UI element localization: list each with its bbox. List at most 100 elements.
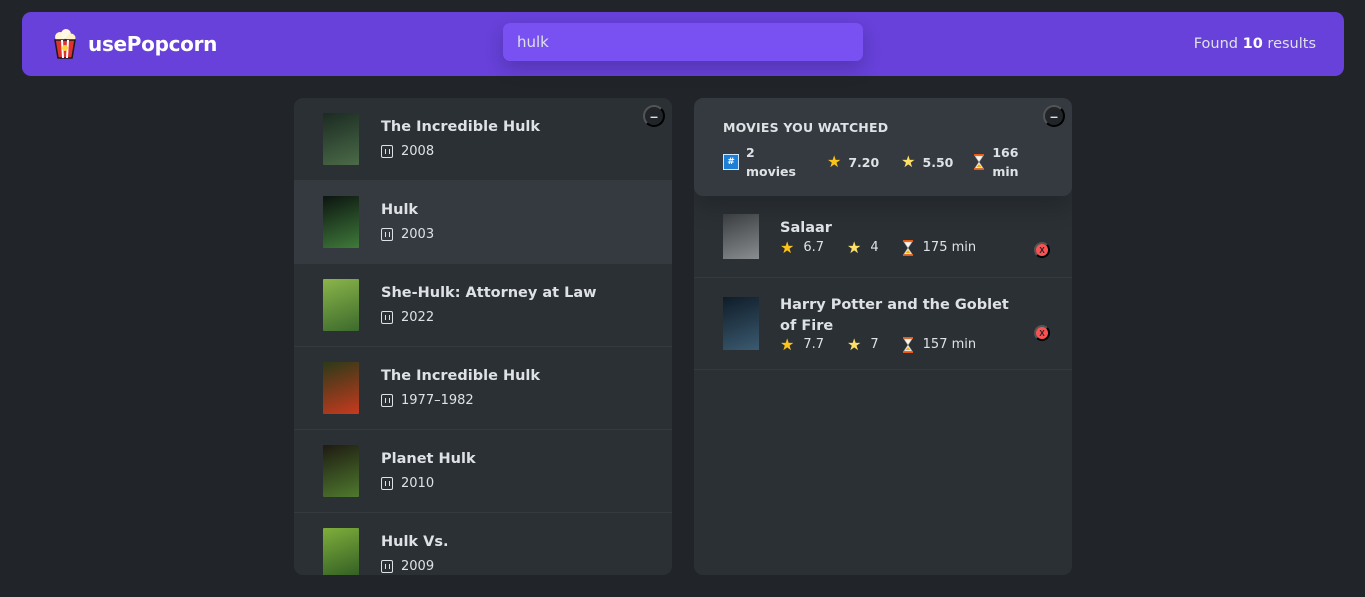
- movie-year: 2009: [401, 559, 435, 574]
- result-item[interactable]: She-Hulk: Attorney at Law 2022: [294, 264, 672, 347]
- movie-year-row: 1977–1982: [381, 393, 540, 408]
- movie-poster: [323, 362, 359, 414]
- result-item[interactable]: Hulk Vs. 2009: [294, 513, 672, 575]
- collapse-watched-button[interactable]: –: [1043, 105, 1065, 127]
- watched-imdb-value: 7.7: [803, 337, 825, 352]
- summary-count-text: 2 movies: [746, 143, 796, 181]
- movie-year: 2008: [401, 144, 435, 159]
- movie-info: She-Hulk: Attorney at Law 2022: [381, 285, 597, 325]
- movie-title: Hulk: [381, 202, 419, 218]
- movie-title: She-Hulk: Attorney at Law: [381, 285, 597, 301]
- movie-poster: [723, 214, 759, 259]
- glowing-star-icon: ★: [901, 152, 916, 171]
- movie-poster: [723, 297, 759, 350]
- logo: usePopcorn: [52, 29, 217, 59]
- watched-imdb: ★ 6.7: [780, 237, 825, 257]
- results-list: The Incredible Hulk 2008 Hulk 2003 She-H…: [294, 98, 672, 575]
- calendar-icon: [381, 228, 393, 241]
- summary-avg-user: 5.50: [922, 154, 954, 170]
- movie-poster: [323, 279, 359, 331]
- watched-user-value: 7: [870, 337, 879, 352]
- summary-count-number: 2: [746, 145, 755, 160]
- movie-year-row: 2003: [381, 227, 434, 242]
- found-prefix: Found: [1193, 36, 1239, 52]
- hourglass-icon: [902, 239, 913, 256]
- glowing-star-icon: ★: [847, 237, 862, 257]
- watched-runtime-value: 175 min: [922, 240, 977, 255]
- hourglass-icon: [974, 154, 985, 170]
- movie-info: The Incredible Hulk 1977–1982: [381, 368, 540, 408]
- watched-info: Salaar ★ 6.7 ★ 4 175 min: [780, 218, 1020, 256]
- glowing-star-icon: ★: [847, 334, 862, 354]
- watched-user-value: 4: [870, 240, 879, 255]
- watched-runtime: 157 min: [902, 336, 977, 353]
- search-input[interactable]: [503, 23, 863, 61]
- watched-stats: ★ 7.7 ★ 7 157 min: [780, 334, 1020, 354]
- summary-user-rating: ★ 5.50: [901, 154, 953, 170]
- movie-poster: [323, 196, 359, 248]
- watched-stats: ★ 6.7 ★ 4 175 min: [780, 237, 1020, 257]
- hash-icon: #: [723, 154, 739, 170]
- watched-info: Harry Potter and the Goblet of Fire ★ 7.…: [780, 295, 1020, 353]
- popcorn-icon: [54, 29, 76, 59]
- movie-title: Planet Hulk: [381, 451, 476, 467]
- calendar-icon: [381, 394, 393, 407]
- calendar-icon: [381, 145, 393, 158]
- star-icon: ★: [780, 237, 795, 257]
- movie-year: 2003: [401, 227, 435, 242]
- summary-title: MOVIES YOU WATCHED: [723, 120, 889, 135]
- star-icon: ★: [780, 334, 795, 354]
- result-item[interactable]: Planet Hulk 2010: [294, 430, 672, 513]
- movie-info: Hulk Vs. 2009: [381, 534, 448, 574]
- movie-title: Hulk Vs.: [381, 534, 449, 550]
- watched-list: Salaar ★ 6.7 ★ 4 175 min X Harry Potter …: [694, 196, 1072, 370]
- summary-runtime-text: 166 min: [992, 143, 1018, 181]
- calendar-icon: [381, 477, 393, 490]
- found-suffix: results: [1267, 36, 1316, 52]
- summary-count-label: movies: [746, 164, 796, 179]
- movie-title: The Incredible Hulk: [381, 368, 541, 384]
- summary-runtime-label: min: [992, 164, 1019, 179]
- watched-imdb: ★ 7.7: [780, 334, 825, 354]
- watched-runtime: 175 min: [902, 239, 977, 256]
- watched-title: Salaar: [780, 219, 832, 236]
- movie-year-row: 2008: [381, 144, 540, 159]
- movie-title: The Incredible Hulk: [381, 119, 541, 135]
- collapse-results-button[interactable]: –: [643, 105, 665, 127]
- movie-info: The Incredible Hulk 2008: [381, 119, 540, 159]
- movie-year-row: 2010: [381, 476, 476, 491]
- result-item[interactable]: The Incredible Hulk 1977–1982: [294, 347, 672, 430]
- found-count: 10: [1242, 36, 1263, 52]
- movie-year: 2010: [401, 476, 435, 491]
- results-count: Found 10 results: [1194, 36, 1316, 52]
- movie-year-row: 2022: [381, 310, 597, 325]
- watched-item: Salaar ★ 6.7 ★ 4 175 min X: [694, 196, 1072, 278]
- movie-poster: [323, 445, 359, 497]
- movie-poster: [323, 528, 359, 575]
- delete-watched-button[interactable]: X: [1034, 325, 1050, 341]
- movie-info: Hulk 2003: [381, 202, 434, 242]
- hourglass-icon: [902, 336, 913, 353]
- watched-box: – MOVIES YOU WATCHED # 2 movies ★ 7.20 ★…: [694, 98, 1072, 575]
- summary-avg-imdb: 7.20: [848, 154, 880, 170]
- movie-year-row: 2009: [381, 559, 448, 574]
- watched-summary: MOVIES YOU WATCHED # 2 movies ★ 7.20 ★ 5…: [694, 98, 1072, 196]
- watched-runtime-value: 157 min: [922, 337, 977, 352]
- calendar-icon: [381, 560, 393, 573]
- summary-runtime: 166 min: [973, 143, 1019, 181]
- watched-imdb-value: 6.7: [803, 240, 825, 255]
- movie-poster: [323, 113, 359, 165]
- movie-info: Planet Hulk 2010: [381, 451, 476, 491]
- movie-year: 1977–1982: [401, 393, 474, 408]
- watched-title: Harry Potter and the Goblet of Fire: [780, 296, 1009, 334]
- logo-text: usePopcorn: [88, 32, 218, 56]
- watched-item: Harry Potter and the Goblet of Fire ★ 7.…: [694, 278, 1072, 370]
- watched-user: ★ 7: [847, 334, 879, 354]
- result-item[interactable]: The Incredible Hulk 2008: [294, 98, 672, 181]
- top-navbar: usePopcorn Found 10 results: [22, 12, 1344, 76]
- summary-stats: # 2 movies ★ 7.20 ★ 5.50 166 min: [723, 143, 1043, 181]
- summary-count: # 2 movies: [723, 143, 796, 181]
- summary-runtime-number: 166: [992, 145, 1019, 160]
- result-item[interactable]: Hulk 2003: [294, 181, 672, 264]
- delete-watched-button[interactable]: X: [1034, 242, 1050, 258]
